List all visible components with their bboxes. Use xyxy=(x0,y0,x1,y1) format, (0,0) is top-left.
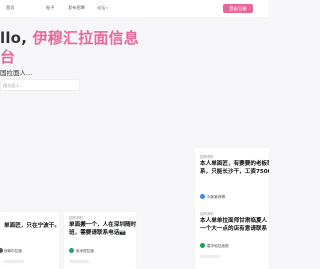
author-name: 嘉宇哈拉面馆 xyxy=(207,243,229,248)
avatar xyxy=(200,194,205,199)
chevron-down-icon: ▾ xyxy=(106,6,108,10)
avatar xyxy=(69,248,74,253)
card-title-line2: 班，需要请联系电话📷 xyxy=(69,230,127,236)
post-card[interactable]: 单面匠，只在宁波干。联系 伊穆尔拉面 xyxy=(0,212,59,269)
hero-title: llo, 伊穆汇拉面信息 xyxy=(0,27,139,48)
avatar xyxy=(0,248,3,253)
nav-item-label: 发布招聘 xyxy=(68,5,85,10)
nav-item-recruit[interactable]: 发布招聘 xyxy=(68,5,85,11)
author-name: 哈米提拉面 xyxy=(76,248,94,253)
placeholder-bar xyxy=(4,260,24,263)
card-tag: 招聘求职 xyxy=(200,155,214,159)
card-title-line1: 单面搬一个，人在深圳随时上 xyxy=(69,222,136,228)
login-button-label: 登录/注册 xyxy=(229,5,247,11)
nav-item-label: 论坛 xyxy=(97,5,106,10)
nav-item-home[interactable]: 首页 xyxy=(6,5,14,11)
hero-brand: 伊穆汇拉面信息 xyxy=(32,29,139,47)
hero-brand-line2: 台 xyxy=(0,48,16,66)
post-card[interactable]: 招聘求职 单面搬一个，人在深圳随时上 班，需要请联系电话📷 哈米提拉面 xyxy=(64,212,136,269)
hero-greeting: llo, xyxy=(0,29,28,47)
card-tag: 招聘求职 xyxy=(69,216,83,220)
nav-item-posts[interactable]: 帖子 xyxy=(46,5,54,11)
placeholder-bar xyxy=(200,255,220,258)
post-card[interactable]: 招聘求职 本人单单拉面师甘肃临夏人 一个大一点的店有意请联系 嘉宇哈拉面馆 xyxy=(195,206,269,269)
author-name: 伊穆尔拉面 xyxy=(4,248,22,253)
avatar xyxy=(200,243,205,248)
card-title-line2: 一个大一点的店有意请联系 xyxy=(200,226,268,232)
hero-subtitle: 国拉面人... xyxy=(0,69,33,77)
search-placeholder: 搜拉面人... xyxy=(3,83,24,88)
author-name: 刘某某师傅 xyxy=(207,194,225,199)
card-tag: 招聘求职 xyxy=(200,212,214,216)
search-input[interactable]: 搜拉面人... xyxy=(0,79,80,91)
nav-item-label: 首页 xyxy=(6,5,15,10)
placeholder-bar xyxy=(69,260,89,263)
card-title-line2: 系，只能长沙干，工资7500 xyxy=(200,169,269,175)
card-title-line1: 本人单面匠，有要要的老板联 xyxy=(200,161,269,167)
login-button[interactable]: 登录/注册 xyxy=(223,4,253,13)
nav-item-label: 帖子 xyxy=(46,5,55,10)
card-title-line1: 本人单单拉面师甘肃临夏人 xyxy=(200,218,268,224)
card-title-line1: 单面匠，只在宁波干。联系 xyxy=(4,223,59,229)
nav-item-forum[interactable]: 论坛▾ xyxy=(97,5,108,11)
top-nav: 首页 帖子 发布招聘 论坛▾ 登录/注册 xyxy=(0,0,269,17)
